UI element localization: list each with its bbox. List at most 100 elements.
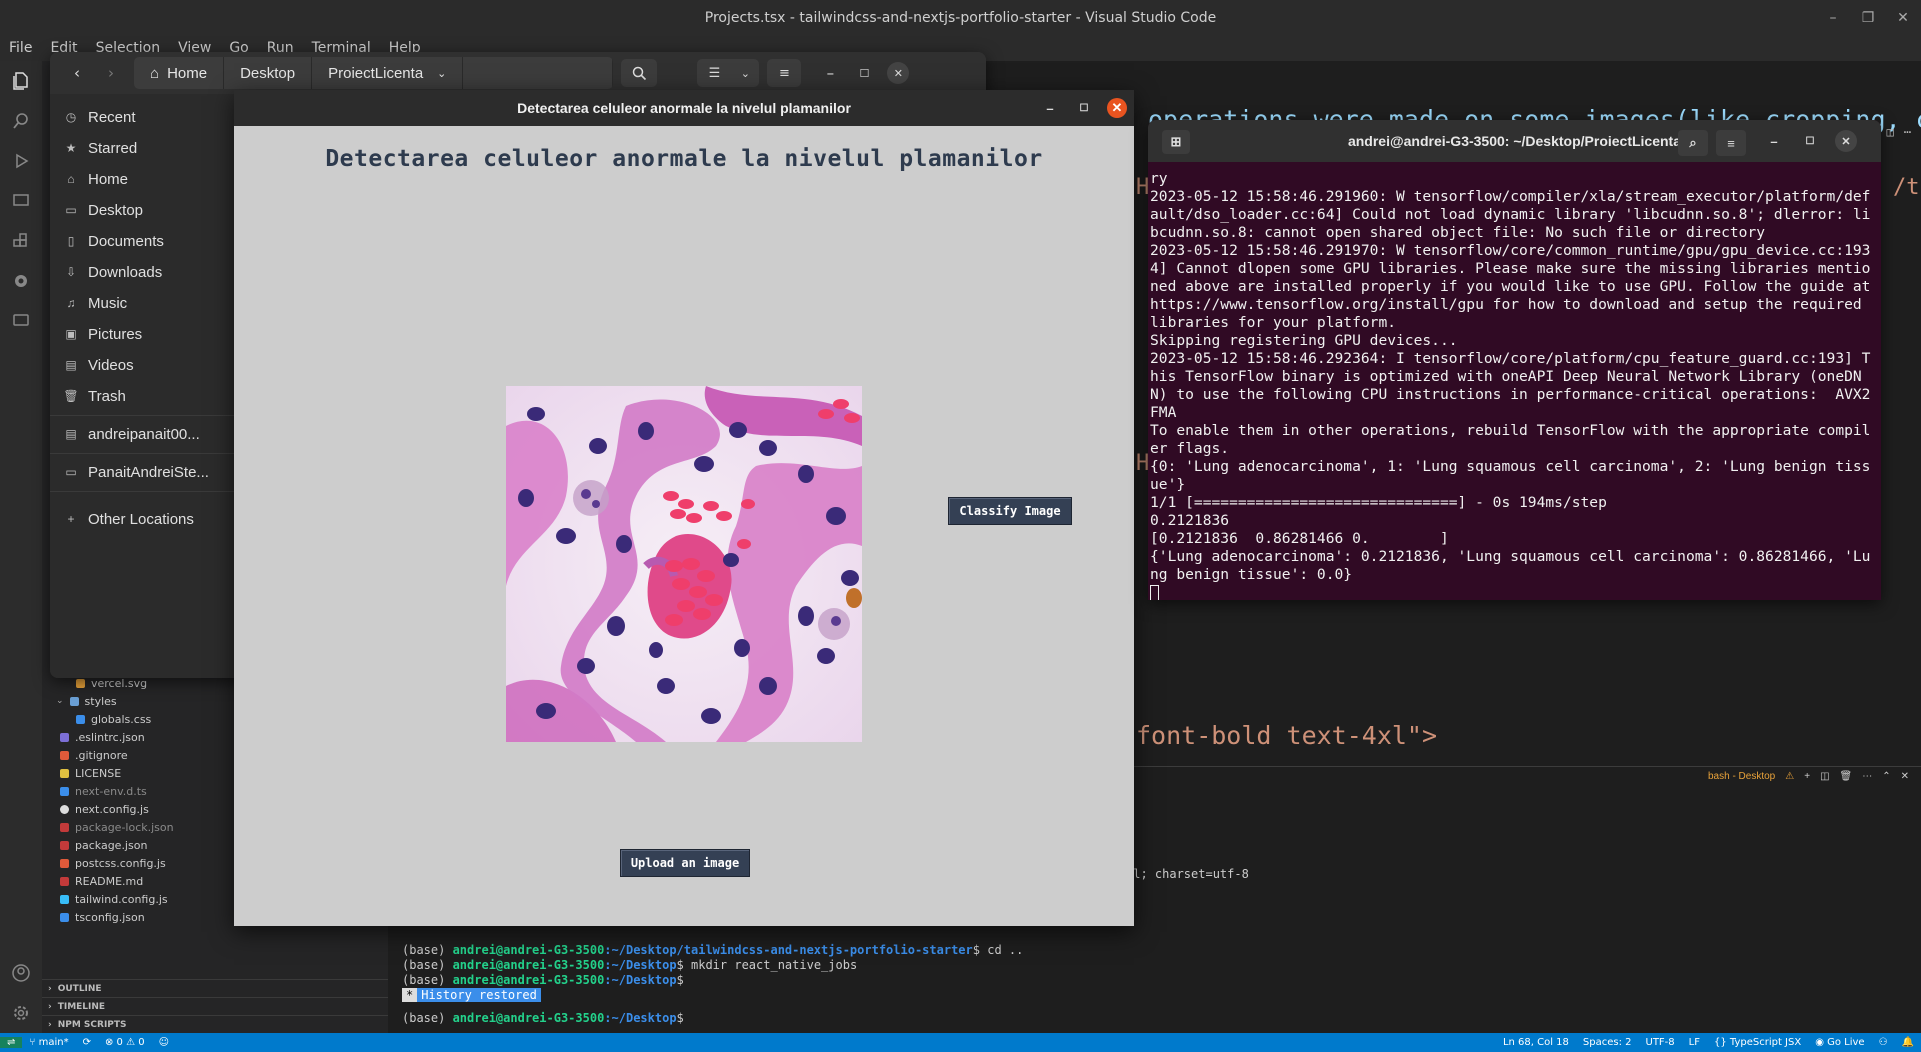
add-terminal-icon[interactable]: + — [1804, 771, 1810, 782]
maximize-icon[interactable]: ☐ — [1798, 130, 1822, 152]
history-restored-badge: * History restored — [402, 988, 541, 1002]
indentation[interactable]: Spaces: 2 — [1576, 1037, 1639, 1048]
cursor-position[interactable]: Ln 68, Col 18 — [1496, 1037, 1576, 1048]
query-icon[interactable] — [0, 261, 42, 301]
maximize-icon[interactable]: ☐ — [1074, 98, 1094, 118]
split-terminal-icon[interactable]: ◫ — [1820, 771, 1829, 782]
search-icon[interactable] — [0, 101, 42, 141]
accounts-icon[interactable]: ⚇ — [1872, 1037, 1895, 1048]
notifications-icon[interactable]: 🔔 — [1895, 1037, 1921, 1048]
sidebar-item-desktop[interactable]: ▭ Desktop — [50, 193, 235, 227]
minimize-icon[interactable]: – — [1815, 0, 1851, 35]
explorer-icon[interactable] — [0, 61, 42, 101]
upload-image-button[interactable]: Upload an image — [620, 849, 750, 877]
file-item[interactable]: package-lock.json — [60, 818, 174, 836]
vscode-window-title: Projects.tsx - tailwindcss-and-nextjs-po… — [704, 9, 1217, 26]
search-button[interactable] — [621, 59, 658, 87]
sidebar-item-downloads[interactable]: ⇩ Downloads — [50, 255, 235, 289]
account-icon[interactable] — [0, 953, 42, 993]
sidebar-item-recent[interactable]: ◷ Recent — [50, 100, 235, 134]
menu-button[interactable]: ≡ — [767, 59, 802, 87]
file-item[interactable]: postcss.config.js — [60, 854, 166, 872]
sidebar-item-drive[interactable]: ▤ andreipanait00... — [50, 417, 235, 451]
remote-explorer-icon[interactable] — [0, 181, 42, 221]
npm-scripts-section[interactable]: › NPM SCRIPTS — [42, 1015, 388, 1033]
close-icon[interactable]: ✕ — [1107, 98, 1127, 118]
restore-icon[interactable]: ❐ — [1850, 0, 1886, 35]
breadcrumb-proiectlicenta[interactable]: ProiectLicenta ⌄ — [312, 57, 464, 89]
sidebar-item-documents[interactable]: ▯ Documents — [50, 224, 235, 258]
minimize-icon[interactable]: – — [1762, 130, 1786, 152]
go-live-button[interactable]: ◉ Go Live — [1808, 1037, 1871, 1048]
file-item[interactable]: next.config.js — [60, 800, 149, 818]
feedback-icon[interactable]: ☺ — [152, 1037, 176, 1048]
more-icon[interactable]: ⋯ — [1862, 771, 1872, 782]
file-item[interactable]: .gitignore — [60, 746, 128, 764]
list-view-button[interactable]: ☰ — [697, 59, 732, 87]
terminal-line: (base) andrei@andrei-G3-3500:~/Desktop$ — [402, 973, 684, 987]
css-file-icon — [76, 714, 85, 724]
sidebar-item-other-locations[interactable]: + Other Locations — [50, 502, 235, 536]
encoding[interactable]: UTF-8 — [1639, 1037, 1682, 1048]
file-item[interactable]: LICENSE — [60, 764, 121, 782]
close-button[interactable]: ✕ — [887, 62, 910, 84]
split-editor-icon[interactable]: ◫ — [1887, 125, 1894, 139]
sidebar-item-music[interactable]: ♫ Music — [50, 286, 235, 320]
view-options-button[interactable]: ⌄ — [731, 59, 760, 87]
close-icon[interactable]: ✕ — [1835, 130, 1857, 152]
sidebar-item-home[interactable]: ⌂ Home — [50, 162, 235, 196]
folder-item[interactable]: ⌄ styles — [56, 692, 117, 710]
sync-icon[interactable]: ⟳ — [76, 1037, 98, 1048]
timeline-section[interactable]: › TIMELINE — [42, 997, 388, 1015]
sidebar-item-starred[interactable]: ★ Starred — [50, 131, 235, 165]
hamburger-icon[interactable]: ≡ — [1716, 130, 1746, 156]
file-item[interactable]: .eslintrc.json — [60, 728, 145, 746]
minimize-icon[interactable]: – — [1040, 98, 1060, 118]
file-item[interactable]: tsconfig.json — [60, 908, 145, 926]
forward-button[interactable]: › — [94, 59, 128, 87]
minimize-button[interactable]: – — [815, 59, 845, 87]
terminal-cursor — [1150, 585, 1159, 600]
postcss-file-icon — [60, 858, 69, 868]
comments-icon[interactable] — [0, 301, 42, 341]
new-tab-icon[interactable]: ⊞ — [1162, 130, 1190, 154]
more-actions-icon[interactable]: ⋯ — [1904, 125, 1911, 139]
file-item[interactable]: tailwind.config.js — [60, 890, 168, 908]
menu-file[interactable]: File — [0, 40, 41, 56]
bash-terminal-tab[interactable]: bash - Desktop — [1708, 771, 1775, 782]
file-item[interactable]: README.md — [60, 872, 143, 890]
file-item[interactable]: package.json — [60, 836, 147, 854]
code-line: font-bold text-4xl"> — [1136, 721, 1438, 750]
maximize-panel-icon[interactable]: ⌃ — [1882, 771, 1890, 782]
trash-icon[interactable]: 🗑 — [1840, 771, 1853, 782]
back-button[interactable]: ‹ — [60, 59, 94, 87]
sidebar-item-videos[interactable]: ▤ Videos — [50, 348, 235, 382]
maximize-icon: ☐ — [859, 66, 870, 80]
git-branch[interactable]: ⑂ main* — [22, 1037, 75, 1048]
run-debug-icon[interactable] — [0, 141, 42, 181]
line-ending[interactable]: LF — [1682, 1037, 1707, 1048]
sidebar-item-folder[interactable]: ▭ PanaitAndreiSte... — [50, 455, 235, 489]
maximize-button[interactable]: ☐ — [849, 59, 879, 87]
file-item[interactable]: next-env.d.ts — [60, 782, 147, 800]
sidebar-item-pictures[interactable]: ▣ Pictures — [50, 317, 235, 351]
settings-gear-icon[interactable] — [0, 993, 42, 1033]
close-icon[interactable]: ✕ — [1885, 0, 1921, 35]
breadcrumb-home[interactable]: ⌂ Home — [134, 57, 225, 89]
app-heading: Detectarea celuleor anormale la nivelul … — [325, 146, 1043, 172]
home-icon: ⌂ — [150, 64, 160, 82]
file-item[interactable]: globals.css — [76, 710, 151, 728]
search-icon[interactable]: ⌕ — [1678, 130, 1708, 156]
close-panel-icon[interactable]: ✕ — [1901, 771, 1909, 782]
terminal-output[interactable]: ry 2023-05-12 15:58:46.291960: W tensorf… — [1148, 166, 1881, 600]
eslint-file-icon — [60, 732, 69, 742]
language-mode[interactable]: {} TypeScript JSX — [1707, 1037, 1808, 1048]
extensions-icon[interactable] — [0, 221, 42, 261]
problems-count[interactable]: ⊗ 0 ⚠ 0 — [98, 1037, 152, 1048]
sidebar-divider — [50, 453, 235, 454]
outline-section[interactable]: › OUTLINE — [42, 979, 388, 997]
classify-image-button[interactable]: Classify Image — [948, 497, 1072, 525]
sidebar-item-trash[interactable]: 🗑 Trash — [50, 379, 235, 413]
breadcrumb-desktop[interactable]: Desktop — [224, 57, 313, 89]
remote-icon[interactable]: ⇌ — [0, 1037, 23, 1048]
